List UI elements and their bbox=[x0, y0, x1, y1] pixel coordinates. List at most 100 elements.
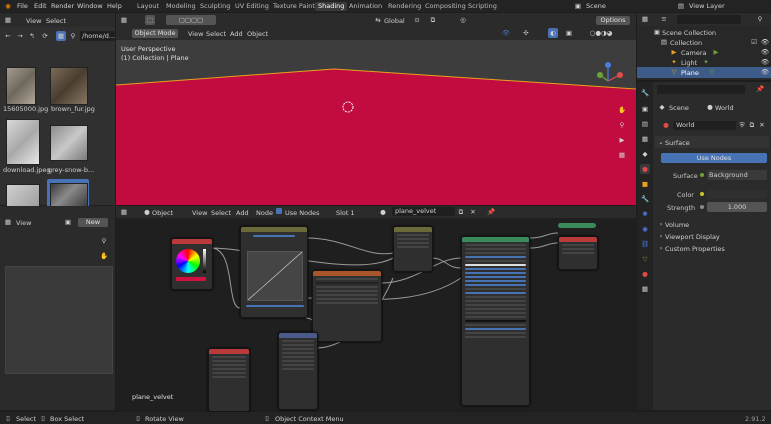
pan-hand-icon[interactable]: ✋ bbox=[616, 105, 628, 115]
node-field[interactable] bbox=[282, 356, 314, 358]
node-field[interactable] bbox=[282, 360, 314, 362]
eye-icon[interactable]: 👁 bbox=[760, 57, 770, 67]
node-field[interactable] bbox=[465, 332, 526, 334]
snap-icon[interactable]: ⧉ bbox=[428, 15, 438, 25]
node-menu-select[interactable]: Select bbox=[211, 209, 231, 217]
view-layer-tab-icon[interactable]: ▦ bbox=[640, 134, 650, 144]
tab-scripting[interactable]: Scripting bbox=[465, 2, 500, 11]
plane-mesh[interactable] bbox=[116, 40, 636, 205]
node-field[interactable] bbox=[212, 356, 246, 358]
transform-orientation-icon[interactable]: ⇆ bbox=[373, 15, 383, 25]
mapping-node[interactable] bbox=[278, 332, 318, 410]
node-menu-add[interactable]: Add bbox=[236, 209, 249, 217]
node-field[interactable] bbox=[397, 242, 429, 244]
xray-icon[interactable]: ▣ bbox=[564, 28, 574, 38]
viewport-display-section-header[interactable]: › Viewport Display bbox=[655, 231, 769, 242]
world-tab-icon[interactable]: ● bbox=[640, 164, 650, 174]
checkbox-icon[interactable]: ☑ bbox=[749, 37, 759, 47]
outliner-item-light[interactable]: Light bbox=[681, 59, 697, 67]
node-field[interactable] bbox=[316, 282, 378, 284]
menu-file[interactable]: File bbox=[17, 2, 28, 10]
node-field[interactable] bbox=[465, 280, 526, 282]
data-tab-icon[interactable]: ▽ bbox=[640, 254, 650, 264]
tab-uv-editing[interactable]: UV Editing bbox=[232, 2, 272, 11]
blender-logo-icon[interactable]: ◉ bbox=[3, 1, 13, 11]
menu-render[interactable]: Render bbox=[51, 2, 74, 10]
node-field[interactable] bbox=[465, 308, 526, 310]
zoom-icon[interactable]: ⚲ bbox=[616, 120, 628, 130]
tool-tab-icon[interactable]: 🔧 bbox=[640, 88, 650, 98]
pin-icon[interactable]: 📌 bbox=[486, 207, 496, 217]
custom-properties-section-header[interactable]: › Custom Properties bbox=[655, 243, 769, 254]
node-field[interactable] bbox=[316, 294, 378, 296]
node-editor[interactable]: ▦ Object ● View Select Add Node Use Node… bbox=[116, 206, 636, 412]
image-menu-view[interactable]: View bbox=[16, 219, 31, 227]
node-field[interactable] bbox=[465, 316, 526, 318]
refresh-icon[interactable]: ⟳ bbox=[40, 31, 50, 41]
node-menu-node[interactable]: Node bbox=[256, 209, 273, 217]
object-dropdown[interactable]: Object bbox=[152, 209, 173, 217]
zoom-icon[interactable]: ⚲ bbox=[98, 236, 110, 246]
path-field[interactable]: /home/d... bbox=[80, 31, 115, 41]
node-field[interactable] bbox=[282, 364, 314, 366]
node-field[interactable] bbox=[562, 252, 594, 254]
forward-arrow-icon[interactable]: → bbox=[15, 31, 25, 41]
node-field[interactable] bbox=[465, 248, 526, 250]
tab-sculpting[interactable]: Sculpting bbox=[197, 2, 233, 11]
tab-modeling[interactable]: Modeling bbox=[163, 2, 199, 11]
node-field[interactable] bbox=[212, 360, 246, 362]
node-field[interactable] bbox=[465, 288, 526, 290]
principled-bsdf-node[interactable] bbox=[461, 236, 530, 406]
node-field[interactable] bbox=[465, 336, 526, 338]
file-thumbnail[interactable] bbox=[6, 67, 36, 105]
node-field[interactable] bbox=[282, 344, 314, 346]
editor-type-icon[interactable]: ▦ bbox=[119, 207, 129, 217]
gizmo-icon[interactable]: ✣ bbox=[521, 28, 531, 38]
node-field[interactable] bbox=[465, 264, 526, 266]
viewport-menu-view[interactable]: View bbox=[188, 30, 203, 38]
node-field[interactable] bbox=[282, 348, 314, 350]
breadcrumb-world[interactable]: World bbox=[715, 104, 734, 112]
options-button[interactable]: Options bbox=[596, 16, 630, 25]
node-field[interactable] bbox=[465, 324, 526, 326]
node-field[interactable] bbox=[562, 248, 594, 250]
pivot-icon[interactable]: ⊙ bbox=[412, 15, 422, 25]
node-field[interactable] bbox=[465, 300, 526, 302]
node-field[interactable] bbox=[212, 364, 246, 366]
tab-compositing[interactable]: Compositing bbox=[422, 2, 469, 11]
outliner-search-input[interactable] bbox=[677, 15, 741, 24]
node-field[interactable] bbox=[316, 290, 378, 292]
file-menu-view[interactable]: View bbox=[26, 17, 41, 25]
tab-texture-paint[interactable]: Texture Paint bbox=[270, 2, 318, 11]
node-field[interactable] bbox=[253, 235, 295, 237]
tab-shading[interactable]: Shading bbox=[315, 2, 348, 11]
node-field[interactable] bbox=[465, 284, 526, 286]
collapsed-node[interactable] bbox=[558, 223, 596, 228]
editor-type-icon[interactable]: ▦ bbox=[119, 15, 129, 25]
filter-icon[interactable]: ⚲ bbox=[68, 31, 78, 41]
texture-coordinate-node[interactable] bbox=[393, 226, 433, 272]
editor-type-icon[interactable]: ▦ bbox=[640, 14, 650, 24]
node-field[interactable] bbox=[397, 238, 429, 240]
viewport-menu-object[interactable]: Object bbox=[247, 30, 268, 38]
constraints-tab-icon[interactable]: ⛓ bbox=[640, 239, 650, 249]
use-nodes-checkbox[interactable] bbox=[276, 208, 282, 214]
value-slider[interactable] bbox=[203, 249, 206, 273]
material-browse-icon[interactable]: ● bbox=[378, 207, 388, 217]
node-field[interactable] bbox=[316, 286, 378, 288]
volume-section-header[interactable]: › Volume bbox=[655, 219, 769, 230]
select-tool-icon[interactable]: ⬚ bbox=[145, 15, 155, 25]
world-browse-icon[interactable]: ● bbox=[661, 120, 671, 130]
curves-node[interactable] bbox=[240, 226, 308, 318]
visibility-icon[interactable]: 👁 bbox=[501, 28, 511, 38]
node-field[interactable] bbox=[316, 302, 378, 304]
node-field[interactable] bbox=[282, 352, 314, 354]
image-browse-icon[interactable]: ▣ bbox=[63, 217, 73, 227]
back-arrow-icon[interactable]: ← bbox=[3, 31, 13, 41]
surface-section-header[interactable]: ⌄ Surface bbox=[655, 136, 769, 148]
perspective-toggle-icon[interactable]: ▦ bbox=[616, 150, 628, 160]
object-tab-icon[interactable]: ■ bbox=[640, 179, 650, 189]
duplicate-icon[interactable]: ⧉ bbox=[747, 120, 757, 130]
geometry-node[interactable] bbox=[208, 348, 250, 412]
node-field[interactable] bbox=[465, 276, 526, 278]
